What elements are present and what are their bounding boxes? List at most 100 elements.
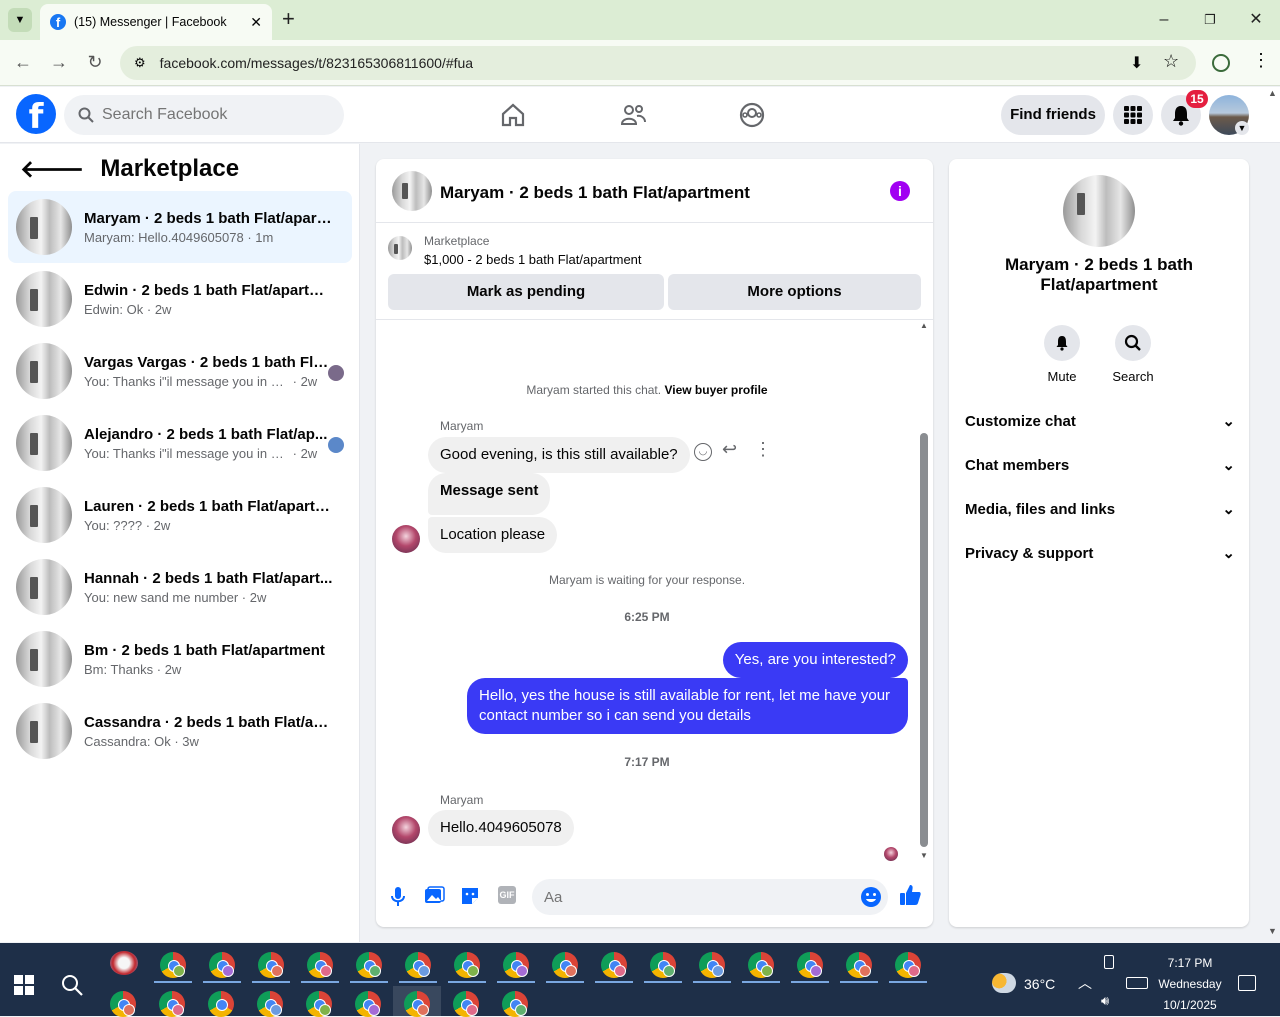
scroll-up-icon[interactable]: ▲ <box>1268 88 1277 98</box>
windows-start-icon[interactable] <box>14 975 34 995</box>
seen-avatar <box>328 437 344 453</box>
sidebar-title: Marketplace <box>100 155 240 182</box>
reply-icon[interactable]: ↩ <box>722 439 737 460</box>
notification-center-icon[interactable] <box>1238 975 1256 991</box>
home-icon[interactable] <box>499 101 527 129</box>
sticker-icon[interactable] <box>459 885 481 907</box>
photo-icon[interactable] <box>423 885 445 907</box>
show-hidden-icons-icon[interactable]: ︿ <box>1078 973 1092 993</box>
pinned-app-icon[interactable] <box>110 951 138 975</box>
back-arrow-icon[interactable]: 🡐 <box>20 154 84 184</box>
more-options-button[interactable]: More options <box>668 274 921 310</box>
conversation-item[interactable]: Edwin · 2 beds 1 bath Flat/apartme... Edw… <box>8 263 352 335</box>
section-label: Privacy & support <box>965 544 1094 562</box>
microphone-icon[interactable] <box>387 885 409 907</box>
forward-icon[interactable]: → <box>48 52 70 73</box>
sender-avatar[interactable] <box>392 816 420 844</box>
keyboard-icon[interactable] <box>1126 977 1148 989</box>
search-chat-button[interactable]: Search <box>1103 325 1163 384</box>
conversation-item[interactable]: Alejandro · 2 beds 1 bath Flat/ap... You:… <box>8 407 352 479</box>
like-thumb-icon[interactable] <box>898 883 922 907</box>
section-chat-members[interactable]: Chat members ⌄ <box>965 453 1235 477</box>
scroll-down-icon[interactable]: ▼ <box>920 851 928 860</box>
listing-name[interactable]: Maryam · 2 beds 1 bath Flat/apartment <box>949 255 1249 295</box>
reload-icon[interactable]: ↻ <box>84 52 106 73</box>
search-input[interactable] <box>102 106 322 124</box>
section-customize-chat[interactable]: Customize chat ⌄ <box>965 409 1235 433</box>
chat-scrollbar[interactable]: ▲ ▼ <box>918 321 930 867</box>
outgoing-message[interactable]: Yes, are you interested? <box>722 642 908 678</box>
search-box[interactable] <box>64 95 344 135</box>
clock-day: Wednesday <box>1158 977 1222 991</box>
mute-button[interactable]: Mute <box>1032 325 1092 384</box>
page-scrollbar[interactable]: ▲ ▼ <box>1266 88 1280 942</box>
site-info-icon[interactable]: ⚙ <box>134 55 146 71</box>
tab-list-dropdown-icon[interactable]: ▼ <box>8 8 32 32</box>
chat-title[interactable]: Maryam · 2 beds 1 bath Flat/apartment <box>440 183 750 203</box>
section-privacy-support[interactable]: Privacy & support ⌄ <box>965 541 1235 565</box>
view-buyer-profile-link[interactable]: View buyer profile <box>664 383 767 397</box>
chrome-profile-icon[interactable] <box>208 991 234 1017</box>
conversation-item[interactable]: Hannah · 2 beds 1 bath Flat/apart... You:… <box>8 551 352 623</box>
groups-icon[interactable] <box>738 101 766 129</box>
incoming-message[interactable]: Message sent <box>428 473 551 515</box>
close-tab-icon[interactable]: ✕ <box>250 14 262 31</box>
scrollbar-thumb[interactable] <box>920 433 928 847</box>
find-friends-button[interactable]: Find friends <box>1001 95 1105 135</box>
listing-photo[interactable] <box>1063 175 1135 247</box>
section-label: Chat members <box>965 456 1070 474</box>
listing-thumbnail[interactable] <box>388 236 412 260</box>
gif-icon[interactable]: GIF <box>498 886 516 904</box>
profile-badge-icon <box>172 1004 184 1016</box>
profile-icon[interactable] <box>1212 54 1230 72</box>
incoming-message[interactable]: Location please <box>428 517 558 553</box>
chat-details-panel: Maryam · 2 beds 1 bath Flat/apartment Mu… <box>949 159 1249 927</box>
message-input-box[interactable] <box>532 879 888 915</box>
minimize-icon[interactable]: – <box>1152 8 1176 32</box>
listing-title[interactable]: $1,000 - 2 beds 1 bath Flat/apartment <box>424 252 642 267</box>
conversation-name: Vargas Vargas · 2 beds 1 bath Fla... <box>84 353 334 371</box>
taskbar-search-icon[interactable] <box>60 973 84 997</box>
account-chevron-icon[interactable]: ▼ <box>1235 121 1249 135</box>
facebook-logo-icon[interactable]: f <box>16 94 56 137</box>
message-input[interactable] <box>544 888 844 906</box>
section-media-files-links[interactable]: Media, files and links ⌄ <box>965 497 1235 521</box>
conversation-item[interactable]: Bm · 2 beds 1 bath Flat/apartment Bm: Tha… <box>8 623 352 695</box>
menu-button[interactable] <box>1113 95 1153 135</box>
weather-temperature[interactable]: 36°C <box>1024 976 1055 992</box>
react-icon[interactable]: ◡ <box>694 443 712 461</box>
mark-pending-button[interactable]: Mark as pending <box>388 274 664 310</box>
address-bar[interactable]: ⚙ facebook.com/messages/t/82316530681160… <box>120 46 1196 80</box>
volume-icon[interactable]: 🔊︎ <box>1101 993 1109 1009</box>
restore-icon[interactable]: ❐ <box>1198 8 1222 32</box>
info-icon[interactable]: i <box>890 181 910 201</box>
more-actions-icon[interactable]: ⋮ <box>754 439 772 460</box>
back-icon[interactable]: ← <box>12 52 34 73</box>
conversation-name: Cassandra · 2 beds 1 bath Flat/apa... <box>84 713 334 731</box>
scroll-up-icon[interactable]: ▲ <box>920 321 928 330</box>
weather-icon[interactable] <box>992 973 1016 993</box>
waiting-notice: Maryam is waiting for your response. <box>548 573 746 587</box>
bookmark-star-icon[interactable]: ☆ <box>1163 51 1179 72</box>
conversation-name: Hannah · 2 beds 1 bath Flat/apart... <box>84 569 333 587</box>
conversation-item[interactable]: Lauren · 2 beds 1 bath Flat/apartm... You… <box>8 479 352 551</box>
emoji-icon[interactable] <box>860 886 882 908</box>
install-app-icon[interactable]: ⬇ <box>1130 53 1143 73</box>
chat-listing-thumbnail[interactable] <box>392 171 432 211</box>
friends-icon[interactable] <box>619 101 647 129</box>
new-tab-icon[interactable]: + <box>282 6 295 32</box>
browser-tab-messenger[interactable]: f (15) Messenger | Facebook ✕ <box>40 4 272 40</box>
incoming-message[interactable]: Hello.4049605078 <box>428 810 574 846</box>
browser-tab-bar: ▼ f (15) Messenger | Facebook ✕ + – ❐ ✕ <box>0 0 1280 40</box>
incoming-message[interactable]: Good evening, is this still available? <box>428 437 690 473</box>
conversation-item[interactable]: Maryam · 2 beds 1 bath Flat/apart... Mary… <box>8 191 352 263</box>
taskbar-clock[interactable]: 7:17 PM Wednesday 10/1/2025 <box>1158 953 1222 1016</box>
meet-now-icon[interactable] <box>1104 955 1114 969</box>
outgoing-message[interactable]: Hello, yes the house is still available … <box>467 678 908 734</box>
scroll-down-icon[interactable]: ▼ <box>1268 926 1277 936</box>
conversation-item[interactable]: Vargas Vargas · 2 beds 1 bath Fla... You:… <box>8 335 352 407</box>
conversation-item[interactable]: Cassandra · 2 beds 1 bath Flat/apa... Cas… <box>8 695 352 767</box>
close-window-icon[interactable]: ✕ <box>1244 8 1268 32</box>
sender-avatar[interactable] <box>392 525 420 553</box>
browser-menu-icon[interactable]: ⋮ <box>1252 50 1270 71</box>
